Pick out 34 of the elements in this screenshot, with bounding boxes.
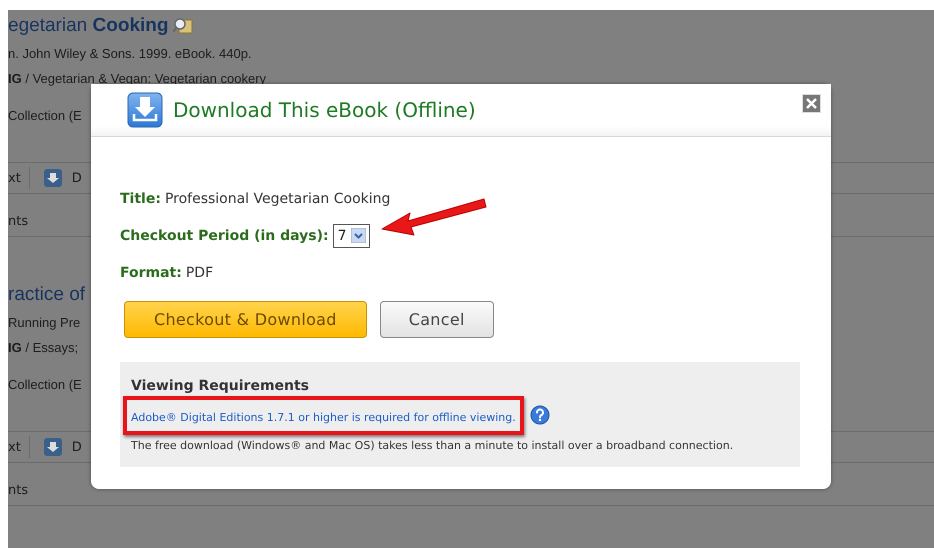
result-title[interactable]: ractice of (8, 281, 86, 309)
caret-icon (350, 228, 366, 243)
cancel-button[interactable]: Cancel (380, 301, 494, 338)
field-value: Professional Vegetarian Cooking (164, 190, 390, 206)
help-icon[interactable] (530, 405, 550, 425)
result-collection: Collection (E (8, 376, 82, 394)
result-footer-link[interactable]: nts (8, 482, 28, 498)
field-label: Title: (120, 190, 161, 206)
download-icon[interactable] (44, 438, 62, 456)
close-button[interactable] (802, 94, 821, 113)
requirements-link[interactable]: Adobe® Digital Editions 1.7.1 or higher is required for offline viewing. (131, 410, 516, 424)
result-subject: IG / Essays; (8, 338, 78, 357)
checkout-download-button[interactable]: Checkout & Download (124, 301, 367, 338)
checkout-period-select[interactable]: 7 (332, 224, 370, 248)
result-footer-link[interactable]: nts (8, 214, 28, 228)
close-icon (806, 98, 817, 109)
toolbar-link[interactable]: xt (8, 440, 21, 454)
download-icon (127, 92, 163, 128)
result-publisher: Running Pre (8, 314, 80, 332)
result-subject: IG / Vegetarian & Vegan: Vegetarian cookery (8, 70, 266, 88)
field-label: Format: (120, 264, 182, 280)
toolbar-link[interactable]: D (72, 170, 82, 186)
requirements-heading: Viewing Requirements (131, 378, 310, 396)
dialog-title: Download This eBook (Offline) (173, 98, 477, 122)
preview-magnifier-icon[interactable] (172, 17, 193, 35)
field-label: Checkout Period (in days): (120, 228, 329, 244)
toolbar-link[interactable]: xt (8, 170, 21, 186)
requirements-note: The free download (Windows® and Mac OS) takes less than a minute to install over a broadband connection. (131, 439, 734, 452)
result-title[interactable]: egetarian Cooking (8, 12, 193, 40)
field-value: PDF (186, 264, 214, 280)
result-collection: Collection (E (8, 106, 82, 125)
toolbar-link[interactable]: D (72, 440, 82, 454)
result-publisher: n. John Wiley & Sons. 1999. eBook. 440p. (8, 44, 252, 63)
download-icon[interactable] (44, 169, 62, 187)
